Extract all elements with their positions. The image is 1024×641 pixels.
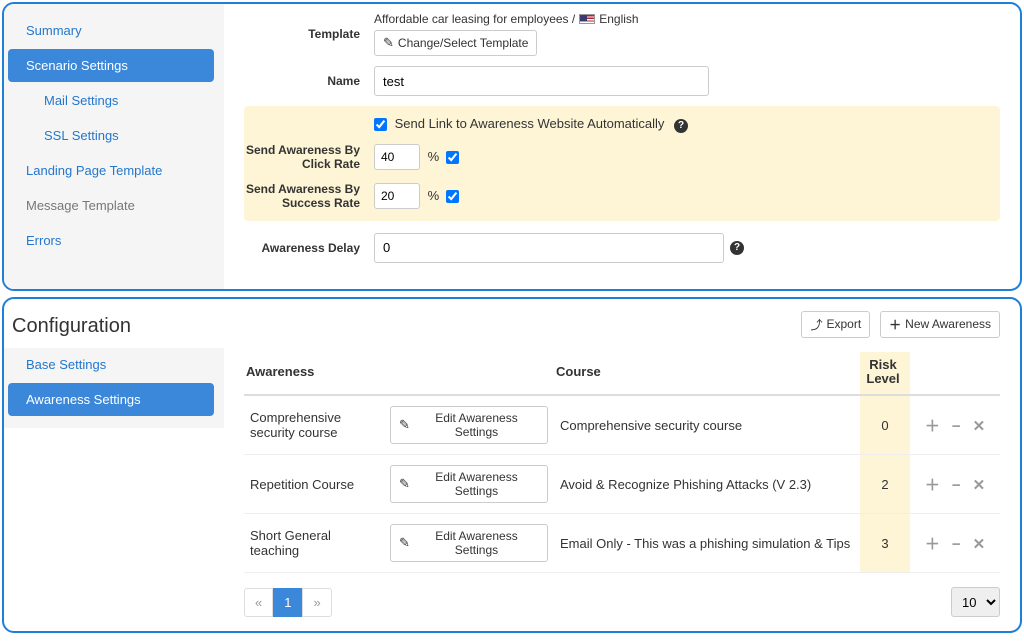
row-risk: 0 bbox=[860, 395, 910, 455]
row-awareness-name: Repetition Course bbox=[244, 455, 384, 514]
edit-icon bbox=[399, 535, 410, 551]
page-1[interactable]: 1 bbox=[273, 588, 302, 617]
template-lang-text: English bbox=[599, 12, 638, 26]
th-awareness: Awareness bbox=[244, 352, 384, 396]
configuration-panel: Configuration Base SettingsAwareness Set… bbox=[2, 297, 1022, 634]
change-template-label: Change/Select Template bbox=[398, 36, 529, 50]
auto-send-label: Send Link to Awareness Website Automatic… bbox=[395, 116, 665, 131]
label-success-rate: Send Awareness By Success Rate bbox=[244, 182, 374, 211]
sidebar-item-mail-settings[interactable]: Mail Settings bbox=[8, 84, 214, 117]
help-icon[interactable]: ? bbox=[674, 119, 688, 133]
configuration-title: Configuration bbox=[12, 315, 224, 338]
sidebar-item-base-settings[interactable]: Base Settings bbox=[8, 348, 214, 381]
export-label: Export bbox=[826, 317, 861, 331]
label-name: Name bbox=[244, 74, 374, 88]
row-remove-icon[interactable]: − bbox=[946, 477, 967, 494]
click-rate-checkbox[interactable] bbox=[446, 151, 459, 164]
awareness-highlight-block: Send Link to Awareness Website Automatic… bbox=[244, 106, 1000, 221]
auto-send-checkbox[interactable] bbox=[374, 118, 387, 131]
row-course: Email Only - This was a phishing simulat… bbox=[554, 514, 860, 573]
pagesize-select[interactable]: 10 bbox=[951, 587, 1000, 617]
delay-input[interactable] bbox=[374, 233, 724, 263]
page-prev[interactable]: « bbox=[244, 588, 273, 617]
row-delete-icon[interactable]: ✕ bbox=[967, 535, 992, 553]
th-course: Course bbox=[554, 352, 860, 396]
table-row: Short General teaching Edit Awareness Set… bbox=[244, 514, 1000, 573]
row-add-icon[interactable]: ＋ bbox=[919, 533, 946, 554]
edit-btn-label: Edit Awareness Settings bbox=[414, 529, 539, 557]
row-risk: 2 bbox=[860, 455, 910, 514]
row-course: Avoid & Recognize Phishing Attacks (V 2.… bbox=[554, 455, 860, 514]
row-add-icon[interactable]: ＋ bbox=[919, 474, 946, 495]
row-delete-icon[interactable]: ✕ bbox=[967, 476, 992, 494]
click-rate-input[interactable] bbox=[374, 144, 420, 170]
page-next[interactable]: » bbox=[302, 588, 331, 617]
awareness-table: Awareness Course Risk Level Comprehensiv… bbox=[244, 352, 1000, 574]
edit-icon bbox=[399, 417, 410, 433]
scenario-settings-form: Template Affordable car leasing for empl… bbox=[224, 4, 1020, 289]
row-awareness-name: Short General teaching bbox=[244, 514, 384, 573]
row-awareness-name: Comprehensive security course bbox=[244, 395, 384, 455]
sidebar-item-ssl-settings[interactable]: SSL Settings bbox=[8, 119, 214, 152]
row-course: Comprehensive security course bbox=[554, 395, 860, 455]
name-input[interactable] bbox=[374, 66, 709, 96]
edit-awareness-button[interactable]: Edit Awareness Settings bbox=[390, 524, 548, 562]
edit-awareness-button[interactable]: Edit Awareness Settings bbox=[390, 465, 548, 503]
sidebar-item-awareness-settings[interactable]: Awareness Settings bbox=[8, 383, 214, 416]
row-remove-icon[interactable]: − bbox=[946, 536, 967, 553]
pagination: « 1 » bbox=[244, 588, 332, 617]
sidebar-item-errors[interactable]: Errors bbox=[8, 224, 214, 257]
new-awareness-label: New Awareness bbox=[905, 317, 991, 331]
flag-icon-us bbox=[579, 14, 595, 24]
table-row: Comprehensive security course Edit Awaren… bbox=[244, 395, 1000, 455]
export-button[interactable]: ⤴ Export bbox=[801, 311, 870, 338]
sidebar-item-scenario-settings[interactable]: Scenario Settings bbox=[8, 49, 214, 82]
export-icon: ⤴ bbox=[810, 316, 822, 333]
th-risk: Risk Level bbox=[860, 352, 910, 396]
success-rate-checkbox[interactable] bbox=[446, 190, 459, 203]
sidebar-item-summary[interactable]: Summary bbox=[8, 14, 214, 47]
new-awareness-button[interactable]: ＋ New Awareness bbox=[880, 311, 1000, 338]
template-name-text: Affordable car leasing for employees / bbox=[374, 12, 575, 26]
table-row: Repetition Course Edit Awareness Settings… bbox=[244, 455, 1000, 514]
pct-sign-2: % bbox=[428, 188, 440, 203]
edit-icon bbox=[399, 476, 410, 492]
sidebar-item-message-template[interactable]: Message Template bbox=[8, 189, 214, 222]
pct-sign: % bbox=[428, 149, 440, 164]
scenario-settings-panel: SummaryScenario SettingsMail SettingsSSL… bbox=[2, 2, 1022, 291]
sidebar-item-landing-page-template[interactable]: Landing Page Template bbox=[8, 154, 214, 187]
success-rate-input[interactable] bbox=[374, 183, 420, 209]
sidebar-primary: SummaryScenario SettingsMail SettingsSSL… bbox=[4, 4, 224, 289]
label-delay: Awareness Delay bbox=[244, 241, 374, 255]
label-click-rate: Send Awareness By Click Rate bbox=[244, 143, 374, 172]
label-template: Template bbox=[244, 27, 374, 41]
help-icon-delay[interactable]: ? bbox=[730, 241, 744, 255]
edit-awareness-button[interactable]: Edit Awareness Settings bbox=[390, 406, 548, 444]
row-risk: 3 bbox=[860, 514, 910, 573]
row-delete-icon[interactable]: ✕ bbox=[967, 417, 992, 435]
row-remove-icon[interactable]: − bbox=[946, 418, 967, 435]
change-template-button[interactable]: Change/Select Template bbox=[374, 30, 537, 56]
edit-btn-label: Edit Awareness Settings bbox=[414, 411, 539, 439]
edit-btn-label: Edit Awareness Settings bbox=[414, 470, 539, 498]
plus-icon: ＋ bbox=[889, 316, 901, 333]
row-add-icon[interactable]: ＋ bbox=[919, 415, 946, 436]
edit-icon bbox=[383, 35, 394, 51]
